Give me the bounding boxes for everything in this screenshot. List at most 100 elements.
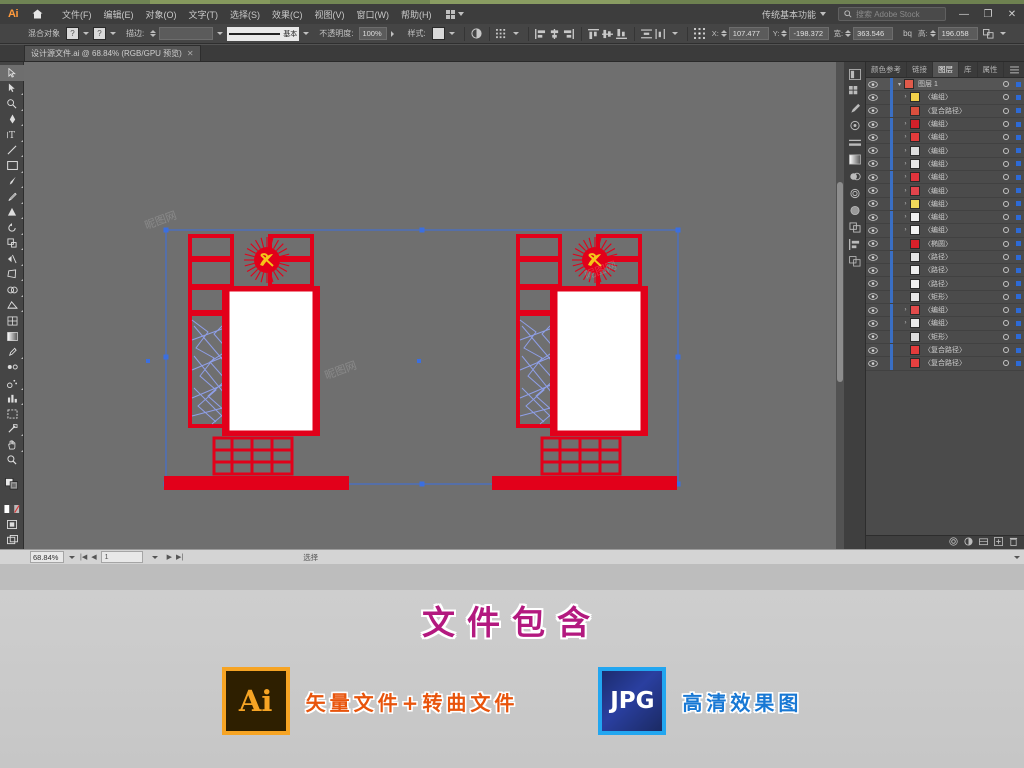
chevron-down-icon[interactable]: [999, 32, 1006, 35]
gradient-panel-icon[interactable]: [844, 151, 866, 168]
layer-row-list[interactable]: ▾ 图层 1 › 〈编组〉 〈复合路径〉 › 〈编组〉 › 〈编组〉 › 〈编组〉 › 〈编组〉 › 〈编组…: [866, 78, 1024, 535]
width-tool[interactable]: [0, 251, 24, 267]
chevron-down-icon[interactable]: [217, 32, 224, 35]
layer-row[interactable]: 〈路径〉: [866, 263, 1024, 278]
chevron-right-icon[interactable]: ›: [901, 227, 910, 233]
eye-icon[interactable]: [866, 267, 880, 274]
menu-item-select[interactable]: 选择(S): [224, 6, 266, 23]
chevron-right-icon[interactable]: ›: [901, 174, 910, 180]
chevron-right-icon[interactable]: ›: [901, 214, 910, 220]
fill-stroke-swatches[interactable]: [0, 476, 24, 492]
first-artboard-button[interactable]: |◀: [80, 553, 87, 561]
layer-row[interactable]: › 〈编组〉: [866, 130, 1024, 145]
selection-indicator[interactable]: [1012, 188, 1024, 194]
width-stepper[interactable]: [845, 30, 852, 37]
y-stepper[interactable]: [781, 30, 788, 37]
chevron-right-icon[interactable]: ›: [901, 201, 910, 207]
make-clipping-mask-icon[interactable]: [964, 537, 973, 548]
eye-icon[interactable]: [866, 293, 880, 301]
chevron-down-icon[interactable]: [110, 32, 116, 35]
layer-row[interactable]: › 〈编组〉: [866, 90, 1024, 105]
target-indicator-icon[interactable]: [1000, 160, 1012, 167]
brushes-panel-icon[interactable]: [844, 100, 866, 117]
target-indicator-icon[interactable]: [1000, 134, 1012, 141]
target-indicator-icon[interactable]: [1000, 347, 1012, 354]
layer-name[interactable]: 〈编组〉: [924, 159, 1000, 169]
rectangle-tool[interactable]: [0, 158, 24, 174]
blend-tool[interactable]: [0, 360, 24, 376]
eye-icon[interactable]: [866, 320, 880, 327]
chevron-down-icon[interactable]: [448, 32, 455, 35]
layer-row[interactable]: › 〈编组〉: [866, 197, 1024, 211]
artwork-svg[interactable]: [24, 62, 844, 549]
layer-name[interactable]: 〈编组〉: [924, 186, 1000, 196]
selection-indicator[interactable]: [1012, 241, 1024, 247]
eye-icon[interactable]: [866, 213, 880, 221]
layer-name[interactable]: 图层 1: [918, 79, 1000, 89]
type-tool[interactable]: T: [0, 127, 24, 143]
eye-icon[interactable]: [866, 200, 880, 208]
target-indicator-icon[interactable]: [1000, 307, 1012, 314]
line-segment-tool[interactable]: [0, 143, 24, 159]
chevron-down-icon[interactable]: [671, 32, 678, 35]
selection-indicator[interactable]: [1012, 320, 1024, 326]
layer-name[interactable]: 〈路径〉: [924, 252, 1000, 262]
minimize-button[interactable]: —: [952, 4, 976, 24]
artboard-tool[interactable]: [0, 406, 24, 422]
layer-name[interactable]: 〈矩形〉: [924, 292, 1000, 302]
layer-row[interactable]: › 〈编组〉: [866, 317, 1024, 331]
layer-name[interactable]: 〈编组〉: [924, 92, 1000, 102]
eye-icon[interactable]: [866, 333, 880, 341]
menu-item-type[interactable]: 文字(T): [183, 6, 225, 23]
canvas-vertical-scrollbar[interactable]: [836, 62, 844, 549]
target-indicator-icon[interactable]: [1000, 320, 1012, 327]
stroke-color-swatch[interactable]: ?: [93, 27, 106, 40]
align-bottom-icon[interactable]: [615, 27, 629, 41]
layer-row[interactable]: 〈复合路径〉: [866, 356, 1024, 371]
target-indicator-icon[interactable]: [1000, 94, 1012, 101]
target-indicator-icon[interactable]: [1000, 187, 1012, 194]
graphic-style-swatch[interactable]: [431, 27, 445, 40]
paintbrush-tool[interactable]: [0, 174, 24, 190]
transparency-grid-icon[interactable]: [495, 27, 509, 41]
close-button[interactable]: ✕: [1000, 4, 1024, 24]
pathfinder-panel-icon[interactable]: [844, 219, 866, 236]
eye-icon[interactable]: [866, 107, 880, 115]
target-indicator-icon[interactable]: [1000, 200, 1012, 207]
direct-selection-tool[interactable]: [0, 81, 24, 97]
mesh-tool[interactable]: [0, 313, 24, 329]
selection-indicator[interactable]: [1012, 148, 1024, 154]
perspective-grid-tool[interactable]: [0, 298, 24, 314]
target-indicator-icon[interactable]: [1000, 227, 1012, 234]
layer-row[interactable]: 〈矩形〉: [866, 290, 1024, 305]
prev-artboard-button[interactable]: ◀: [91, 553, 96, 561]
canvas-area[interactable]: 昵图网 昵图网 昵图网: [24, 62, 844, 549]
target-indicator-icon[interactable]: [1000, 267, 1012, 274]
delete-layer-icon[interactable]: [1009, 537, 1018, 548]
eye-icon[interactable]: [866, 80, 880, 88]
eye-icon[interactable]: [866, 134, 880, 141]
stroke-panel-icon[interactable]: [844, 134, 866, 151]
stroke-profile-selector[interactable]: 基本: [227, 26, 300, 41]
color-mode-buttons[interactable]: [0, 502, 24, 518]
align-panel-icon[interactable]: [844, 236, 866, 253]
eye-icon[interactable]: [866, 160, 880, 168]
menu-item-effect[interactable]: 效果(C): [266, 6, 309, 23]
layer-name[interactable]: 〈编组〉: [924, 225, 1000, 235]
home-icon[interactable]: [26, 4, 48, 24]
x-stepper[interactable]: [720, 30, 727, 37]
target-indicator-icon[interactable]: [1000, 280, 1012, 287]
layer-row[interactable]: 〈复合路径〉: [866, 343, 1024, 358]
next-artboard-button[interactable]: ▶: [167, 553, 172, 561]
height-input[interactable]: 196.058: [937, 27, 978, 40]
eye-icon[interactable]: [866, 120, 880, 128]
screen-mode-button[interactable]: [0, 533, 24, 549]
eye-icon[interactable]: [866, 240, 880, 247]
chevron-down-icon[interactable]: [303, 32, 310, 35]
menu-item-file[interactable]: 文件(F): [56, 6, 98, 23]
stroke-weight-stepper[interactable]: [150, 30, 157, 37]
restore-button[interactable]: ❐: [976, 4, 1000, 24]
layer-row[interactable]: 〈椭圆〉: [866, 237, 1024, 251]
selection-indicator[interactable]: [1012, 94, 1024, 100]
selection-indicator[interactable]: [1012, 174, 1024, 180]
